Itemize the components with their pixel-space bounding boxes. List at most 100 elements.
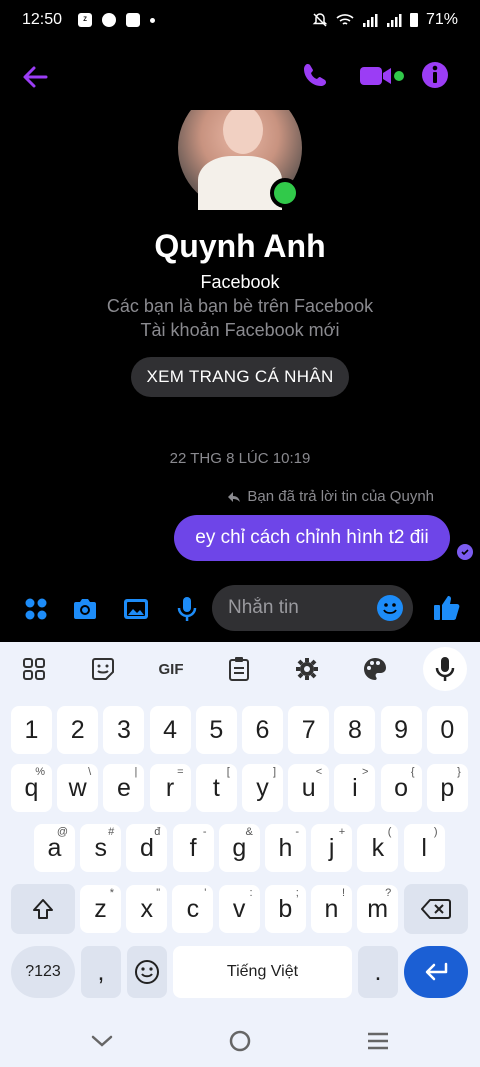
- nav-home-icon[interactable]: [225, 1026, 255, 1056]
- key-hint: ": [156, 887, 161, 899]
- key-v[interactable]: v:: [218, 885, 260, 933]
- key-3[interactable]: 3: [103, 706, 145, 754]
- key-l[interactable]: l): [403, 824, 445, 872]
- nav-back-chevron-icon[interactable]: [87, 1026, 117, 1056]
- backspace-key[interactable]: [404, 884, 468, 934]
- enter-key[interactable]: [404, 946, 468, 998]
- key-z[interactable]: z *: [80, 885, 121, 933]
- voice-input-icon[interactable]: [423, 647, 467, 691]
- enter-arrow-icon: [425, 962, 448, 981]
- key-i[interactable]: i >: [334, 764, 376, 812]
- app-notification-icon: [102, 13, 117, 27]
- message-composer: [0, 585, 480, 635]
- key-label: f: [189, 833, 197, 862]
- key-9[interactable]: 9: [380, 706, 422, 754]
- reply-note: Bạn đã trả lời tin của Quynh: [227, 488, 434, 505]
- gif-button[interactable]: GIF: [153, 652, 189, 686]
- profile-name: Quynh Anh: [154, 228, 326, 264]
- key-label: x: [140, 894, 153, 923]
- clipboard-icon[interactable]: [221, 652, 257, 686]
- reply-icon: [228, 491, 241, 502]
- key-5[interactable]: 5: [195, 706, 237, 754]
- settings-gear-icon[interactable]: [289, 652, 325, 686]
- theme-palette-icon[interactable]: [357, 652, 393, 686]
- thumbs-up-icon[interactable]: [432, 593, 462, 623]
- key-f[interactable]: f-: [172, 824, 214, 872]
- key-q[interactable]: q%: [11, 764, 52, 812]
- key-hint: >: [361, 766, 369, 778]
- key-e[interactable]: e |: [103, 764, 145, 812]
- key-7[interactable]: 7: [288, 706, 330, 754]
- nav-recents-icon[interactable]: [363, 1026, 393, 1056]
- key-label: 3: [116, 715, 131, 744]
- microphone-icon[interactable]: [173, 595, 201, 623]
- key-0[interactable]: 0: [426, 706, 468, 754]
- key-o[interactable]: o{: [380, 764, 422, 812]
- key-hint: ?: [385, 887, 392, 899]
- key-2[interactable]: 2: [57, 706, 99, 754]
- key-y[interactable]: y]: [242, 764, 283, 812]
- key-r[interactable]: r =: [149, 764, 191, 812]
- key-hint: !: [341, 887, 345, 899]
- key-x[interactable]: x ": [126, 885, 168, 933]
- key-label: 1: [24, 715, 39, 744]
- key-d[interactable]: dđ: [126, 824, 168, 872]
- key-4[interactable]: 4: [149, 706, 191, 754]
- apps-grid-icon[interactable]: [22, 595, 50, 623]
- key-label: b: [278, 894, 293, 923]
- shift-key[interactable]: [11, 884, 75, 934]
- key-label: 5: [209, 715, 224, 744]
- key-8[interactable]: 8: [334, 706, 376, 754]
- key-label: h: [278, 833, 293, 862]
- battery-percent: 71%: [425, 11, 458, 28]
- key-s[interactable]: s #: [80, 824, 122, 872]
- key-label: g: [232, 833, 247, 862]
- key-n[interactable]: n!: [311, 885, 352, 933]
- phone-call-icon[interactable]: [300, 60, 330, 90]
- camera-icon[interactable]: [71, 595, 99, 623]
- key-j[interactable]: j +: [311, 824, 353, 872]
- key-6[interactable]: 6: [242, 706, 283, 754]
- key-b[interactable]: b;: [264, 885, 306, 933]
- key-p[interactable]: p}: [426, 764, 468, 812]
- sticker-icon[interactable]: [85, 652, 121, 686]
- key-c[interactable]: c ': [172, 885, 214, 933]
- key-label: i: [352, 773, 358, 802]
- info-icon[interactable]: [420, 60, 450, 90]
- key-u[interactable]: u <: [288, 764, 330, 812]
- key-label: l: [421, 833, 427, 862]
- emoji-key[interactable]: [127, 946, 167, 998]
- key-t[interactable]: t[: [195, 764, 237, 812]
- view-profile-button[interactable]: XEM TRANG CÁ NHÂN: [131, 357, 349, 397]
- key-m[interactable]: m?: [357, 885, 399, 933]
- back-arrow-icon[interactable]: [20, 62, 50, 92]
- key-hint: ;: [295, 887, 299, 899]
- apps-menu-icon[interactable]: [16, 652, 52, 686]
- emoji-icon[interactable]: [377, 595, 403, 621]
- system-nav-bar: [0, 1012, 480, 1067]
- space-key[interactable]: Tiếng Việt: [173, 946, 352, 998]
- profile-platform: Facebook: [200, 272, 280, 292]
- message-bubble[interactable]: ey chỉ cách chỉnh hình t2 đii: [174, 515, 450, 561]
- key-k[interactable]: k(: [357, 824, 399, 872]
- key-w[interactable]: w \: [57, 764, 99, 812]
- key-h[interactable]: h-: [265, 824, 306, 872]
- gallery-icon[interactable]: [122, 595, 150, 623]
- key-hint: (: [387, 826, 392, 838]
- key-hint: @: [56, 826, 68, 838]
- video-call-icon[interactable]: [358, 64, 406, 88]
- key-label: d: [139, 833, 154, 862]
- period-key[interactable]: .: [358, 946, 398, 998]
- key-label: j: [328, 833, 335, 862]
- key-label: v: [232, 894, 246, 923]
- key-g[interactable]: g &: [218, 824, 260, 872]
- key-1[interactable]: 1: [11, 706, 52, 754]
- comma-key[interactable]: ,: [81, 946, 121, 998]
- message-input[interactable]: [228, 585, 378, 631]
- key-hint: #: [108, 826, 115, 838]
- key-label: t: [212, 773, 220, 802]
- keyboard-toolbar: GIF: [0, 642, 480, 696]
- key-a[interactable]: a @: [34, 824, 75, 872]
- chat-header: [0, 52, 480, 100]
- symbols-key[interactable]: ?123: [11, 946, 75, 998]
